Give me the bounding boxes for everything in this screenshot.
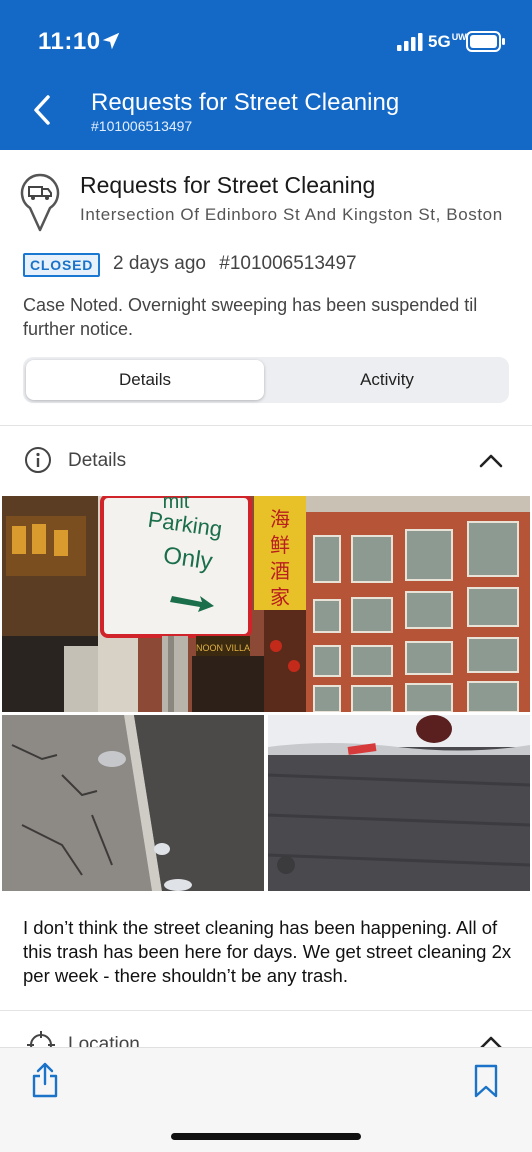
request-address: Intersection Of Edinboro St And Kingston… [80, 205, 503, 224]
svg-text:海: 海 [270, 507, 290, 531]
tab-details[interactable]: Details [26, 360, 264, 400]
bottom-toolbar [0, 1047, 532, 1152]
share-icon[interactable] [30, 1062, 60, 1098]
svg-text:鲜: 鲜 [270, 533, 290, 557]
photo-street-trash[interactable] [268, 715, 530, 891]
request-title: Requests for Street Cleaning [80, 172, 376, 198]
details-section-header[interactable]: Details [0, 436, 532, 484]
header-title: Requests for Street Cleaning [91, 89, 400, 116]
svg-text:家: 家 [270, 585, 290, 609]
divider [0, 1010, 532, 1011]
tab-switcher: Details Activity [23, 357, 509, 403]
request-age: 2 days ago [113, 253, 206, 274]
header-subtitle: #101006513497 [91, 118, 193, 134]
location-arrow-icon [102, 32, 120, 50]
case-note: Case Noted. Overnight sweeping has been … [23, 295, 478, 339]
photo-street-sign-image: mit Parking Only NOON VILLA 海 鲜 酒 家 [2, 496, 530, 712]
bookmark-icon[interactable] [472, 1064, 500, 1098]
home-indicator [171, 1133, 361, 1140]
status-bar: 11:10 5GUW [0, 0, 532, 84]
photo-curb-image [2, 715, 264, 891]
case-number: #101006513497 [219, 253, 357, 274]
details-section-label: Details [68, 450, 127, 471]
tab-activity[interactable]: Activity [268, 360, 506, 400]
chevron-up-icon[interactable] [478, 450, 504, 470]
battery-icon [466, 31, 505, 52]
chevron-left-icon [34, 95, 50, 125]
app-header: 11:10 5GUW Requests for Street Cleaning … [0, 0, 532, 150]
photo-street-sign[interactable]: mit Parking Only NOON VILLA 海 鲜 酒 家 [2, 496, 530, 712]
photo-street-trash-image [268, 715, 530, 891]
truck-pin-icon [20, 173, 60, 232]
request-description: I don’t think the street cleaning has be… [23, 917, 512, 986]
signal-icon [397, 33, 423, 51]
shop-sign-text: NOON VILLA [196, 643, 250, 653]
info-icon [25, 447, 51, 473]
status-time: 11:10 [38, 28, 101, 55]
status-badge: CLOSED [23, 253, 101, 277]
photo-curb[interactable] [2, 715, 264, 891]
network-label: 5GUW [428, 32, 467, 51]
request-meta: 2 days ago #101006513497 [113, 253, 357, 275]
divider [0, 425, 532, 426]
svg-text:酒: 酒 [270, 559, 290, 583]
back-button[interactable] [24, 90, 60, 130]
